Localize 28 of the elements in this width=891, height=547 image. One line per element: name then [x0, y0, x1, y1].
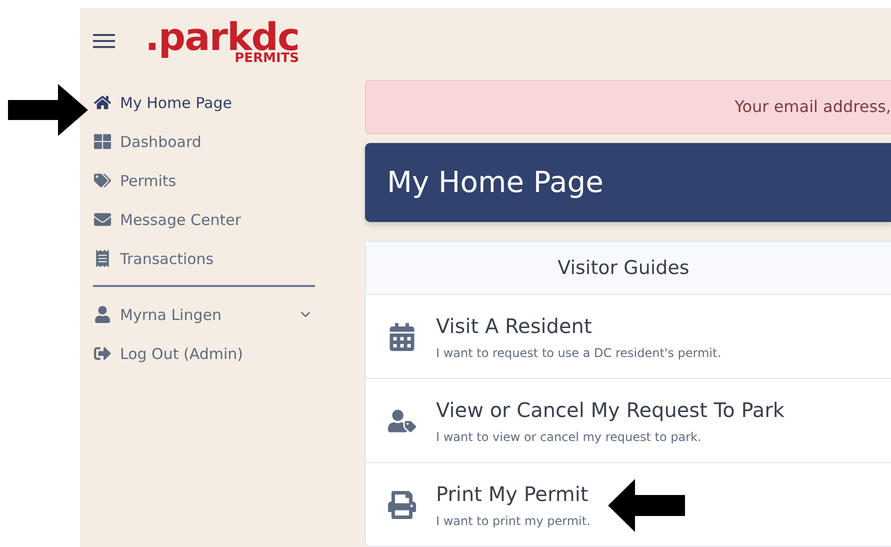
guide-description: I want to view or cancel my request to park.: [436, 430, 702, 444]
guide-link[interactable]: View or Cancel My Request To Park I want to view or cancel my request to park.: [366, 379, 891, 463]
guide-link[interactable]: Print My Permit I want to print my permit.: [366, 463, 891, 546]
sidebar-item[interactable]: Permits: [93, 161, 365, 200]
guide-description: I want to print my permit.: [436, 514, 590, 528]
page-title: My Home Page: [387, 165, 604, 200]
printer-icon: [388, 490, 418, 518]
sidebar-item[interactable]: Transactions: [93, 239, 365, 278]
home-icon: [93, 94, 112, 111]
guide-description: I want to request to use a DC resident's permit.: [436, 346, 722, 360]
guide-title: Print My Permit: [436, 482, 590, 506]
sidebar-item[interactable]: Dashboard: [93, 122, 365, 161]
envelope-icon: [93, 211, 112, 228]
sidebar-item[interactable]: Message Center: [93, 200, 365, 239]
sidebar-item[interactable]: My Home Page: [93, 83, 365, 122]
user-icon: [93, 306, 112, 323]
receipt-icon: [93, 250, 112, 267]
guide-title: View or Cancel My Request To Park: [436, 398, 784, 422]
account-menu[interactable]: Myrna Lingen: [93, 295, 365, 334]
logout-link[interactable]: Log Out (Admin): [93, 334, 365, 373]
card-title: Visitor Guides: [558, 257, 690, 279]
tags-icon: [93, 172, 112, 189]
grid-icon: [93, 133, 112, 150]
menu-icon[interactable]: [93, 34, 115, 48]
guide-title: Visit A Resident: [436, 314, 593, 338]
logout-icon: [93, 345, 112, 362]
guide-link[interactable]: Visit A Resident I want to request to use a DC resident's permit.: [366, 295, 891, 379]
alert-message: Your email address,: [365, 80, 891, 134]
